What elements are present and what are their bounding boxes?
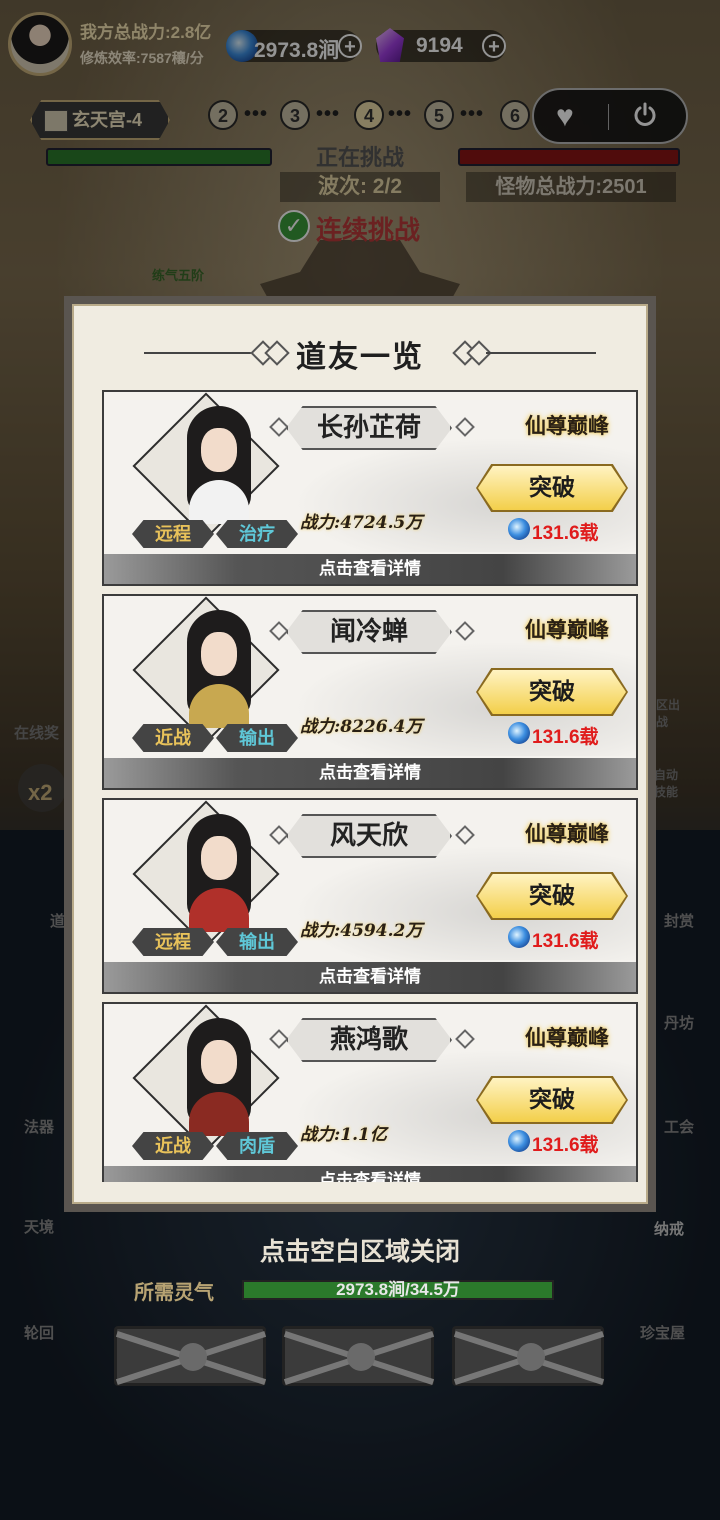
lock-icon: [179, 1343, 207, 1371]
range-tag: 近战: [132, 724, 214, 752]
companion-name: 长孙芷荷: [286, 406, 452, 450]
companion-realm: 仙尊巅峰: [525, 619, 609, 642]
title-rule-right: [486, 352, 596, 354]
locked-slot[interactable]: [114, 1326, 267, 1386]
companion-realm: 仙尊巅峰: [525, 415, 609, 438]
companion-power: 战力:8226.4万: [300, 717, 423, 737]
companion-card[interactable]: 长孙芷荷 仙尊巅峰 突破 131.6载 战力:4724.5万 远程 治疗 点击查…: [102, 390, 638, 586]
breakthrough-button[interactable]: 突破: [478, 874, 626, 918]
view-details-bar[interactable]: 点击查看详情: [104, 1166, 636, 1182]
companion-card[interactable]: 风天欣 仙尊巅峰 突破 131.6载 战力:4594.2万 远程 输出 点击查看…: [102, 798, 638, 994]
companion-power: 战力:4724.5万: [300, 513, 423, 533]
role-tag: 输出: [216, 724, 298, 752]
range-tag: 远程: [132, 520, 214, 548]
view-details-bar[interactable]: 点击查看详情: [104, 962, 636, 992]
spirit-progress-bar: 2973.8涧/34.5万: [242, 1280, 554, 1300]
lock-icon: [517, 1343, 545, 1371]
companion-list-modal: 道友一览 长孙芷荷 仙尊巅峰 突破 131.6载 战力:4724.5万 远程 治…: [64, 296, 656, 1212]
companion-card[interactable]: 闻冷蝉 仙尊巅峰 突破 131.6载 战力:8226.4万 近战 输出 点击查看…: [102, 594, 638, 790]
spirit-stone-icon: [508, 926, 530, 948]
role-tag: 肉盾: [216, 1132, 298, 1160]
breakthrough-cost: 131.6载: [532, 1135, 599, 1156]
companion-portrait: [179, 810, 259, 932]
companion-power: 战力:1.1亿: [300, 1125, 387, 1145]
companion-portrait: [179, 402, 259, 524]
companion-portrait: [179, 606, 259, 728]
breakthrough-cost: 131.6载: [532, 727, 599, 748]
companion-name: 燕鸿歌: [286, 1018, 452, 1062]
view-details-bar[interactable]: 点击查看详情: [104, 554, 636, 584]
view-details-bar[interactable]: 点击查看详情: [104, 758, 636, 788]
companion-list[interactable]: 长孙芷荷 仙尊巅峰 突破 131.6载 战力:4724.5万 远程 治疗 点击查…: [102, 390, 638, 1182]
modal-title: 道友一览: [296, 340, 424, 375]
breakthrough-button[interactable]: 突破: [478, 1078, 626, 1122]
companion-name: 风天欣: [286, 814, 452, 858]
companion-card[interactable]: 燕鸿歌 仙尊巅峰 突破 131.6载 战力:1.1亿 近战 肉盾 点击查看详情: [102, 1002, 638, 1182]
breakthrough-cost: 131.6载: [532, 931, 599, 952]
breakthrough-button[interactable]: 突破: [478, 670, 626, 714]
companion-power: 战力:4594.2万: [300, 921, 423, 941]
companion-realm: 仙尊巅峰: [525, 823, 609, 846]
range-tag: 远程: [132, 928, 214, 956]
spirit-stone-icon: [508, 1130, 530, 1152]
locked-slot[interactable]: [452, 1326, 605, 1386]
role-tag: 输出: [216, 928, 298, 956]
role-tag: 治疗: [216, 520, 298, 548]
companion-realm: 仙尊巅峰: [525, 1027, 609, 1050]
locked-slot[interactable]: [282, 1326, 435, 1386]
spirit-required-label: 所需灵气: [134, 1282, 214, 1304]
spirit-stone-icon: [508, 518, 530, 540]
range-tag: 近战: [132, 1132, 214, 1160]
breakthrough-cost: 131.6载: [532, 523, 599, 544]
lock-icon: [347, 1343, 375, 1371]
companion-portrait: [179, 1014, 259, 1136]
close-hint: 点击空白区域关闭: [259, 1238, 460, 1266]
companion-name: 闻冷蝉: [286, 610, 452, 654]
modal-panel: 道友一览 长孙芷荷 仙尊巅峰 突破 131.6载 战力:4724.5万 远程 治…: [72, 304, 648, 1204]
breakthrough-button[interactable]: 突破: [478, 466, 626, 510]
spirit-stone-icon: [508, 722, 530, 744]
